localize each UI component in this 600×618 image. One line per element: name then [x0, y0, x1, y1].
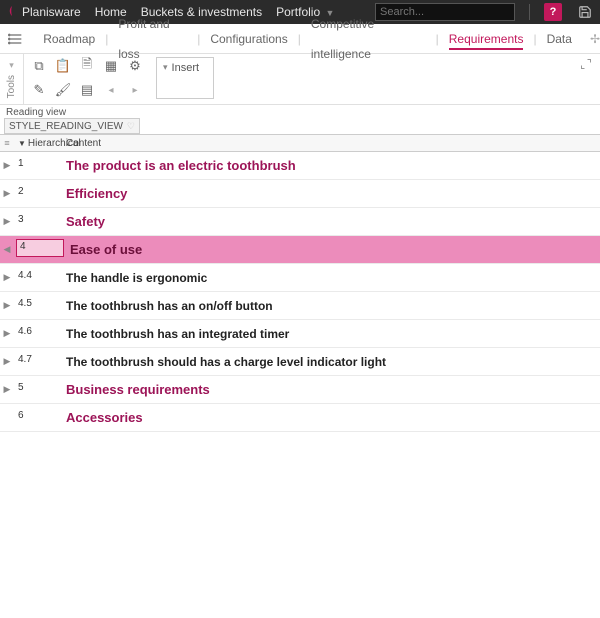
row-number: 5	[14, 380, 62, 395]
row-content: The toothbrush has an on/off button	[62, 293, 600, 319]
row-expander-icon[interactable]: ▶	[0, 188, 14, 199]
row-expander-icon[interactable]: ▶	[0, 328, 14, 339]
tab-requirements[interactable]: Requirements	[439, 24, 534, 54]
tool-paste-icon[interactable]: 📋	[54, 57, 72, 75]
table-row[interactable]: ▶4.5The toothbrush has an on/off button	[0, 292, 600, 320]
module-tabs: Roadmap|Profit and loss|Configurations|C…	[0, 24, 600, 54]
add-tab-icon[interactable]: ✢	[590, 32, 600, 46]
row-number: 4.7	[14, 352, 62, 367]
row-expander-icon[interactable]: ▶	[0, 356, 14, 367]
row-expander-icon[interactable]: ▶	[0, 384, 14, 395]
row-content: Accessories	[62, 404, 600, 431]
tool-copy-icon[interactable]: ⧉	[30, 57, 48, 75]
heart-icon: ♡	[127, 121, 135, 132]
collapse-icon: ▾	[9, 60, 14, 71]
row-content: The handle is ergonomic	[62, 265, 600, 291]
reading-view-label: Reading view	[4, 105, 600, 118]
row-number: 2	[14, 184, 62, 199]
row-number: 6	[14, 408, 62, 423]
row-expander-icon[interactable]: ◀	[0, 244, 14, 255]
header-content-label: Content	[66, 138, 101, 149]
row-content: Safety	[62, 208, 600, 235]
row-number: 4	[16, 239, 64, 257]
grid-header: ▼ Hierarchical Content	[0, 134, 600, 152]
row-expander-icon[interactable]: ▶	[0, 272, 14, 283]
tab-roadmap[interactable]: Roadmap	[33, 24, 105, 54]
table-row[interactable]: ▶3Safety	[0, 208, 600, 236]
row-expander-icon[interactable]: ▶	[0, 160, 14, 171]
brand-icon	[6, 5, 18, 20]
row-content: Business requirements	[62, 376, 600, 403]
reading-view-chip[interactable]: STYLE_READING_VIEW ♡	[4, 118, 140, 134]
row-content: The product is an electric toothbrush	[62, 152, 600, 179]
row-number: 4.4	[14, 268, 62, 283]
chevron-down-icon: ▼	[18, 139, 26, 148]
row-expander-icon[interactable]: ▶	[0, 300, 14, 311]
tab-profit-and-loss[interactable]: Profit and loss	[108, 9, 197, 69]
tab-configurations[interactable]: Configurations	[200, 24, 297, 54]
table-row[interactable]: ▶2Efficiency	[0, 180, 600, 208]
table-row[interactable]: 6Accessories	[0, 404, 600, 432]
row-content: The toothbrush should has a charge level…	[62, 349, 600, 375]
tool-right-icon[interactable]: ▸	[126, 81, 144, 99]
tool-doc-icon[interactable]: 🗎	[78, 57, 96, 75]
table-row[interactable]: ▶4.7The toothbrush should has a charge l…	[0, 348, 600, 376]
table-row[interactable]: ◀4Ease of use	[0, 236, 600, 264]
hamburger-icon[interactable]	[4, 27, 27, 51]
row-content: The toothbrush has an integrated timer	[62, 321, 600, 347]
reading-view-chip-text: STYLE_READING_VIEW	[9, 121, 123, 132]
header-hierarchical[interactable]: ▼ Hierarchical	[14, 138, 62, 149]
tab-competitive-intelligence[interactable]: Competitive intelligence	[301, 9, 436, 69]
row-number: 3	[14, 212, 62, 227]
tool-pencil-icon[interactable]: ✎	[30, 81, 48, 99]
header-content[interactable]: Content	[62, 138, 600, 149]
grid-body: ▶1The product is an electric toothbrush▶…	[0, 152, 600, 432]
row-expander-icon[interactable]: ▶	[0, 216, 14, 227]
table-row[interactable]: ▶1The product is an electric toothbrush	[0, 152, 600, 180]
expand-icon[interactable]	[580, 58, 600, 73]
row-number: 1	[14, 156, 62, 171]
tool-left-icon[interactable]: ◂	[102, 81, 120, 99]
row-content: Efficiency	[62, 180, 600, 207]
tools-sidebar-label: Tools	[6, 75, 17, 98]
table-row[interactable]: ▶4.6The toothbrush has an integrated tim…	[0, 320, 600, 348]
header-expander[interactable]	[0, 138, 14, 148]
tools-sidebar[interactable]: ▾ Tools	[0, 54, 24, 104]
row-number: 4.6	[14, 324, 62, 339]
tool-table-icon[interactable]: ▤	[78, 81, 96, 99]
reading-view-bar: Reading view STYLE_READING_VIEW ♡	[0, 105, 600, 134]
table-row[interactable]: ▶5Business requirements	[0, 376, 600, 404]
table-row[interactable]: ▶4.4The handle is ergonomic	[0, 264, 600, 292]
tool-brush-icon[interactable]: 🖌	[54, 81, 72, 99]
tab-data[interactable]: Data	[537, 24, 582, 54]
row-number: 4.5	[14, 296, 62, 311]
row-content: Ease of use	[66, 236, 600, 263]
